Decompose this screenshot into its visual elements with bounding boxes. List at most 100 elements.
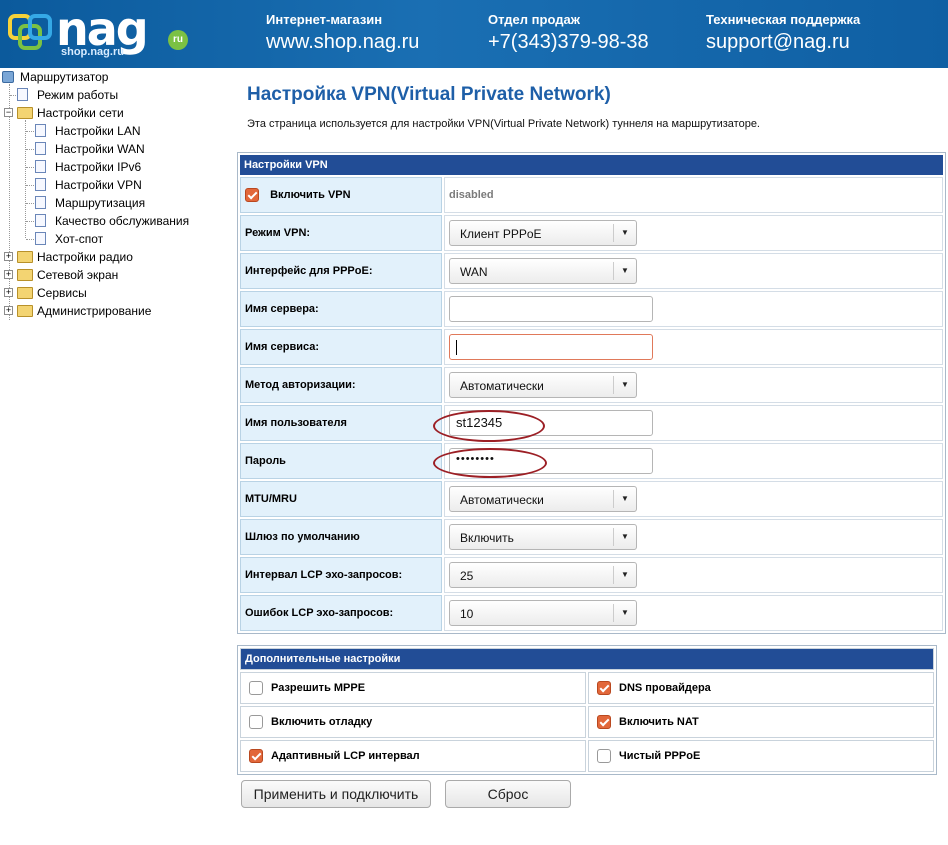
enable-vpn-label: Включить VPN [270,188,351,201]
folder-icon [17,251,33,263]
header-shop: Интернет-магазин www.shop.nag.ru [266,12,419,54]
text-caret [456,340,457,355]
option-label: DNS провайдера [619,681,711,694]
pppoe-iface-select[interactable]: WAN ▼ [449,258,637,284]
pure-pppoe-checkbox[interactable] [597,749,611,763]
page-icon [35,142,46,155]
sidebar-item-vpn[interactable]: Настройки VPN [0,176,232,194]
page-icon [35,232,46,245]
sidebar-item-label: Качество обслуживания [55,214,190,228]
expand-icon[interactable]: + [4,306,13,315]
default-gateway-select[interactable]: Включить ▼ [449,524,637,550]
server-name-label: Имя сервера: [240,291,442,327]
service-name-label: Имя сервиса: [240,329,442,365]
tree-root[interactable]: Маршрутизатор [0,68,232,86]
lcp-interval-value: 25 [460,569,474,583]
auth-method-select[interactable]: Автоматически ▼ [449,372,637,398]
mtu-select[interactable]: Автоматически ▼ [449,486,637,512]
vpn-mode-label: Режим VPN: [240,215,442,251]
page-icon [35,214,46,227]
username-label: Имя пользователя [240,405,442,441]
page-description: Эта страница используется для настройки … [247,118,760,130]
annotation-oval [433,410,545,442]
auth-method-value: Автоматически [460,379,544,393]
sidebar-item-firewall[interactable]: + Сетевой экран [0,266,232,284]
option-adaptive-lcp: Адаптивный LCP интервал [240,740,586,772]
debug-checkbox[interactable] [249,715,263,729]
sidebar-item-wan[interactable]: Настройки WAN [0,140,232,158]
lcp-errors-value: 10 [460,607,474,621]
lcp-interval-label: Интервал LCP эхо-запросов: [240,557,442,593]
option-label: Включить NAT [619,715,699,728]
option-label: Адаптивный LCP интервал [271,749,420,762]
expand-icon[interactable]: + [4,288,13,297]
sidebar-item-lan[interactable]: Настройки LAN [0,122,232,140]
site-header: nag shop.nag.ru ru Интернет-магазин www.… [0,0,948,68]
vpn-section-title: Настройки VPN [240,155,943,175]
chevron-down-icon: ▼ [613,262,636,280]
sidebar-item-label: Администрирование [37,304,152,318]
chevron-down-icon: ▼ [613,604,636,622]
chevron-down-icon: ▼ [613,566,636,584]
sidebar-item-admin[interactable]: + Администрирование [0,302,232,320]
sidebar-item-label: Настройки WAN [55,142,145,156]
lcp-errors-select[interactable]: 10 ▼ [449,600,637,626]
sidebar-item-ipv6[interactable]: Настройки IPv6 [0,158,232,176]
dns-checkbox[interactable] [597,681,611,695]
apply-connect-button[interactable]: Применить и подключить [241,780,431,808]
logo-rings-icon [8,14,52,50]
adaptive-lcp-checkbox[interactable] [249,749,263,763]
header-support-title: Техническая поддержка [706,12,861,27]
mtu-value: Автоматически [460,493,544,507]
sidebar-item-routing[interactable]: Маршрутизация [0,194,232,212]
folder-icon [17,287,33,299]
service-name-input[interactable] [449,334,653,360]
default-gateway-label: Шлюз по умолчанию [240,519,442,555]
sidebar-item-label: Настройки LAN [55,124,141,138]
logo-ru-badge: ru [168,30,188,50]
nat-checkbox[interactable] [597,715,611,729]
advanced-settings-table: Дополнительные настройки Разрешить MPPE … [237,645,937,775]
sidebar-item-label: Настройки сети [37,106,124,120]
vpn-settings-table: Настройки VPN Включить VPN disabled Режи… [237,152,946,634]
header-shop-title: Интернет-магазин [266,12,383,27]
option-label: Чистый PPPoE [619,749,701,762]
sidebar-item-mode[interactable]: Режим работы [0,86,232,104]
header-support-email[interactable]: support@nag.ru [706,31,860,54]
page-icon [35,160,46,173]
option-mppe: Разрешить MPPE [240,672,586,704]
router-icon [2,71,14,83]
header-support: Техническая поддержка support@nag.ru [706,12,860,54]
option-label: Разрешить MPPE [271,681,366,694]
option-pure-pppoe: Чистый PPPoE [588,740,934,772]
enable-vpn-checkbox[interactable] [245,188,259,202]
folder-icon [17,305,33,317]
sidebar-item-qos[interactable]: Качество обслуживания [0,212,232,230]
page-title: Настройка VPN(Virtual Private Network) [247,84,611,105]
server-name-input[interactable] [449,296,653,322]
page-icon [17,88,28,101]
expand-icon[interactable]: + [4,270,13,279]
folder-open-icon [17,107,33,119]
nag-logo[interactable]: nag shop.nag.ru ru [6,2,188,62]
header-shop-link[interactable]: www.shop.nag.ru [266,31,419,54]
expand-icon[interactable]: + [4,252,13,261]
chevron-down-icon: ▼ [613,376,636,394]
chevron-down-icon: ▼ [613,528,636,546]
option-nat: Включить NAT [588,706,934,738]
sidebar-item-label: Настройки радио [37,250,133,264]
sidebar-item-services[interactable]: + Сервисы [0,284,232,302]
collapse-icon[interactable]: − [4,108,13,117]
advanced-section-title: Дополнительные настройки [240,648,934,670]
header-sales: Отдел продаж +7(343)379-98-38 [488,12,649,54]
sidebar-item-hotspot[interactable]: Хот-спот [0,230,232,248]
sidebar-item-radio[interactable]: + Настройки радио [0,248,232,266]
vpn-mode-select[interactable]: Клиент PPPoE ▼ [449,220,637,246]
sidebar-item-network[interactable]: − Настройки сети [0,104,232,122]
lcp-interval-select[interactable]: 25 ▼ [449,562,637,588]
vpn-status: disabled [449,189,494,201]
enable-vpn-cell: Включить VPN [240,177,442,213]
sidebar-item-label: Маршрутизация [55,196,146,210]
mppe-checkbox[interactable] [249,681,263,695]
reset-button[interactable]: Сброс [445,780,571,808]
